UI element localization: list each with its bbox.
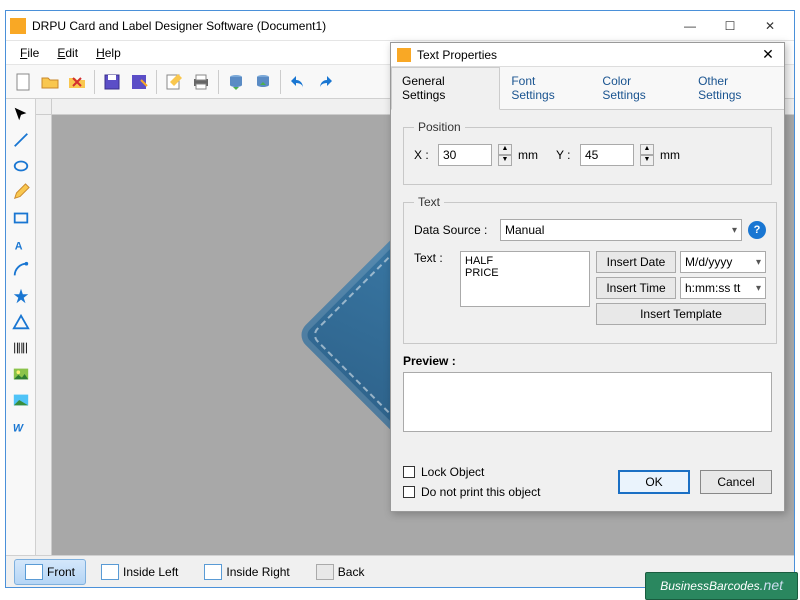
print-icon[interactable]	[188, 69, 214, 95]
preview-box	[403, 372, 772, 432]
insert-date-button[interactable]: Insert Date	[596, 251, 676, 273]
arc-icon[interactable]	[10, 259, 32, 281]
x-label: X :	[414, 148, 432, 162]
svg-text:A: A	[14, 240, 22, 252]
menu-help[interactable]: Help	[88, 44, 129, 62]
dialog-close-button[interactable]: ✕	[758, 46, 778, 63]
date-format-combo[interactable]: M/d/yyyy	[680, 251, 766, 273]
watermark: BusinessBarcodes.net	[645, 572, 798, 600]
pencil-icon[interactable]	[10, 181, 32, 203]
cancel-button[interactable]: Cancel	[700, 470, 772, 494]
maximize-button[interactable]: ☐	[710, 12, 750, 40]
data-source-label: Data Source :	[414, 223, 494, 237]
position-group: Position X : ▲▼ mm Y : ▲▼ mm	[403, 120, 772, 185]
text-input[interactable]: HALF PRICE	[460, 251, 590, 307]
db-import-icon[interactable]	[250, 69, 276, 95]
ellipse-icon[interactable]	[10, 155, 32, 177]
dialog-tabs: General Settings Font Settings Color Set…	[391, 67, 784, 110]
lock-object-checkbox[interactable]: Lock Object	[403, 465, 540, 479]
redo-icon[interactable]	[312, 69, 338, 95]
insert-template-button[interactable]: Insert Template	[596, 303, 766, 325]
dialog-titlebar: Text Properties ✕	[391, 43, 784, 67]
tab-inside-left[interactable]: Inside Left	[90, 559, 189, 585]
dialog-title: Text Properties	[417, 48, 497, 62]
text-icon[interactable]: A	[10, 233, 32, 255]
db-export-icon[interactable]	[223, 69, 249, 95]
x-input[interactable]	[438, 144, 492, 166]
menu-file[interactable]: File	[12, 44, 47, 62]
star-icon[interactable]	[10, 285, 32, 307]
y-spinner[interactable]: ▲▼	[640, 144, 654, 166]
tab-inside-right[interactable]: Inside Right	[193, 559, 300, 585]
preview-section: Preview :	[403, 354, 772, 432]
close-doc-icon[interactable]	[64, 69, 90, 95]
open-icon[interactable]	[37, 69, 63, 95]
minimize-button[interactable]: —	[670, 12, 710, 40]
tab-general-settings[interactable]: General Settings	[391, 67, 500, 110]
new-icon[interactable]	[10, 69, 36, 95]
ok-button[interactable]: OK	[618, 470, 690, 494]
y-input[interactable]	[580, 144, 634, 166]
window-title: DRPU Card and Label Designer Software (D…	[32, 19, 670, 33]
dialog-icon	[397, 48, 411, 62]
left-toolbox: A W	[6, 99, 36, 555]
save-as-icon[interactable]	[126, 69, 152, 95]
vertical-ruler	[36, 115, 52, 555]
wordart-icon[interactable]: W	[10, 415, 32, 437]
menu-edit[interactable]: Edit	[49, 44, 86, 62]
triangle-icon[interactable]	[10, 311, 32, 333]
text-group: Text Data Source : Manual ? Text : HALF …	[403, 195, 777, 344]
tab-other-settings[interactable]: Other Settings	[687, 67, 784, 109]
svg-text:W: W	[12, 422, 23, 434]
text-label: Text :	[414, 251, 454, 265]
app-icon	[10, 18, 26, 34]
ruler-corner	[36, 99, 52, 115]
x-spinner[interactable]: ▲▼	[498, 144, 512, 166]
save-icon[interactable]	[99, 69, 125, 95]
tab-color-settings[interactable]: Color Settings	[591, 67, 687, 109]
select-icon[interactable]	[10, 103, 32, 125]
undo-icon[interactable]	[285, 69, 311, 95]
help-icon[interactable]: ?	[748, 221, 766, 239]
insert-time-button[interactable]: Insert Time	[596, 277, 676, 299]
preview-label: Preview :	[403, 354, 772, 368]
y-label: Y :	[556, 148, 574, 162]
rectangle-icon[interactable]	[10, 207, 32, 229]
text-properties-dialog: Text Properties ✕ General Settings Font …	[390, 42, 785, 512]
edit-icon[interactable]	[161, 69, 187, 95]
do-not-print-checkbox[interactable]: Do not print this object	[403, 485, 540, 499]
time-format-combo[interactable]: h:mm:ss tt	[680, 277, 766, 299]
picture-icon[interactable]	[10, 389, 32, 411]
tab-front[interactable]: Front	[14, 559, 86, 585]
barcode-icon[interactable]	[10, 337, 32, 359]
titlebar: DRPU Card and Label Designer Software (D…	[6, 11, 794, 41]
data-source-combo[interactable]: Manual	[500, 219, 742, 241]
image-icon[interactable]	[10, 363, 32, 385]
tab-back[interactable]: Back	[305, 559, 376, 585]
dialog-footer: Lock Object Do not print this object OK …	[391, 457, 784, 511]
close-button[interactable]: ✕	[750, 12, 790, 40]
tab-font-settings[interactable]: Font Settings	[500, 67, 591, 109]
line-icon[interactable]	[10, 129, 32, 151]
